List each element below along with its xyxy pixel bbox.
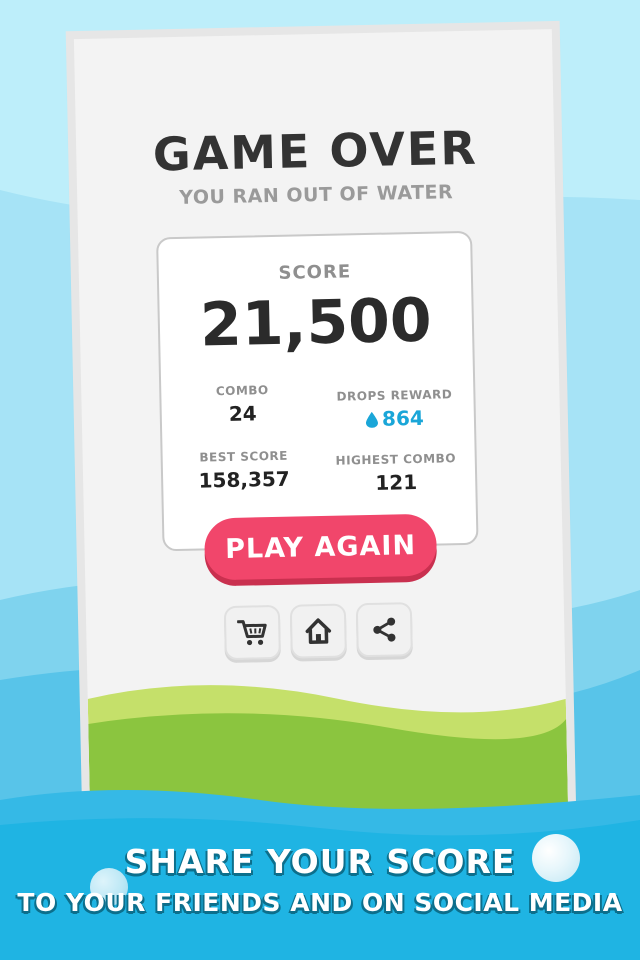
home-button[interactable]	[289, 603, 347, 659]
play-again-button[interactable]: PLAY AGAIN	[203, 513, 438, 581]
game-over-title: GAME OVER	[152, 120, 479, 182]
share-button[interactable]	[355, 602, 413, 658]
grass-hills	[87, 685, 569, 819]
highest-combo-label: HIGHEST COMBO	[335, 451, 457, 468]
drops-reward-stat: DROPS REWARD 864	[319, 387, 470, 432]
drops-reward-value: 864	[381, 405, 425, 431]
combo-value: 24	[228, 401, 257, 426]
game-over-subtitle: YOU RAN OUT OF WATER	[179, 181, 454, 209]
shop-button[interactable]	[223, 604, 281, 661]
combo-stat: COMBO 24	[167, 382, 318, 427]
best-score-value: 158,357	[198, 466, 290, 493]
share-banner-subtitle: TO YOUR FRIENDS AND ON SOCIAL MEDIA	[17, 888, 623, 917]
score-panel: SCORE 21,500 COMBO 24 DROPS REWARD 864 B…	[156, 230, 479, 552]
highest-combo-stat: HIGHEST COMBO 121	[321, 451, 472, 496]
score-value: 21,500	[199, 285, 433, 361]
combo-label: COMBO	[215, 383, 269, 399]
drops-reward-label: DROPS REWARD	[336, 387, 453, 404]
home-icon	[305, 618, 332, 645]
best-score-stat: BEST SCORE 158,357	[169, 448, 320, 493]
score-label: SCORE	[278, 261, 352, 284]
cart-icon	[237, 620, 267, 646]
share-banner-title: SHARE YOUR SCORE	[124, 842, 516, 881]
water-drop-icon	[366, 411, 379, 428]
drops-reward-row: 864	[320, 405, 470, 432]
highest-combo-value: 121	[375, 470, 418, 495]
best-score-label: BEST SCORE	[199, 448, 289, 465]
share-icon	[373, 617, 396, 642]
game-over-card: GAME OVER YOU RAN OUT OF WATER SCORE 21,…	[73, 29, 569, 819]
